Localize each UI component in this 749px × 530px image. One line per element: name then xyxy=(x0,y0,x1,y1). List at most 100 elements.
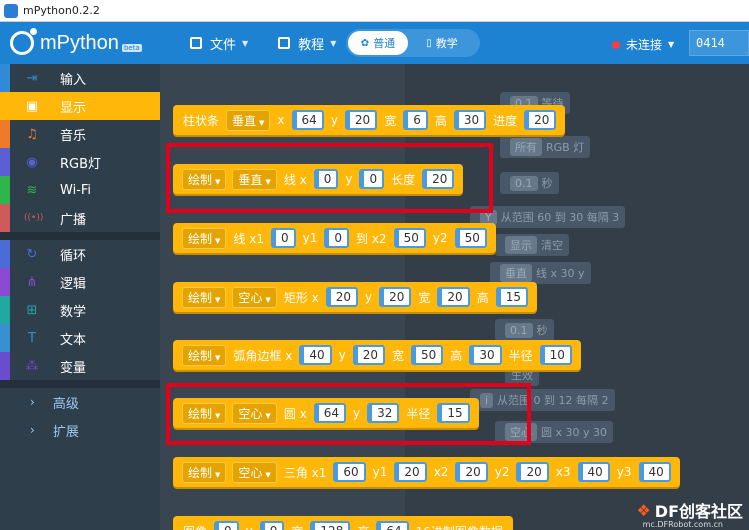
block-number-input[interactable]: 20 xyxy=(455,462,488,482)
block-label: 柱状条 xyxy=(183,113,220,128)
block-dropdown[interactable]: 绘制 ▼ xyxy=(182,286,227,308)
background-block-slot: 空心 xyxy=(505,423,537,441)
block-number-input[interactable]: 32 xyxy=(367,403,400,423)
mode-teach-button[interactable]: ▯ 教学 xyxy=(408,31,476,55)
block-dropdown[interactable]: 绘制 ▼ xyxy=(182,227,227,249)
sidebar-item-text[interactable]: T 文本 xyxy=(0,324,160,352)
block-dropdown-label: 垂直 xyxy=(238,172,263,187)
block-label: 圆 x xyxy=(283,406,307,421)
display-block-7[interactable]: 图像0y0宽128高6416进制图像数据 xyxy=(173,516,513,530)
block-workspace[interactable]: 0.1 等待 所有 RGB 灯 0.1 秒 Y 从范围 60 到 30 每隔 3 显示 清空 垂直线… xyxy=(160,64,749,530)
chevron-down-icon: ▼ xyxy=(242,38,249,48)
block-number-input[interactable]: 20 xyxy=(352,345,385,365)
block-number-input[interactable]: 50 xyxy=(393,228,426,248)
menu-tutorial[interactable]: 教程 ▼ xyxy=(278,34,336,53)
block-number-input[interactable]: 20 xyxy=(516,462,549,482)
display-block-0[interactable]: 柱状条 垂直 ▼ x 64 y 20 宽 6 高 30 进度 20 xyxy=(173,105,566,135)
block-label: 高 xyxy=(357,523,369,530)
block-number-input[interactable]: 30 xyxy=(469,345,502,365)
menu-file[interactable]: 文件 ▼ xyxy=(190,34,248,53)
block-number-input[interactable]: 20 xyxy=(394,462,427,482)
block-dropdown[interactable]: 绘制 ▼ xyxy=(182,168,227,190)
block-number-input[interactable]: 10 xyxy=(539,345,572,365)
sidebar-divider xyxy=(0,232,160,240)
block-number-input[interactable]: 0 xyxy=(359,169,385,189)
block-number-input[interactable]: 64 xyxy=(376,521,409,530)
block-number-input[interactable]: 0 xyxy=(324,228,349,248)
block-number-input[interactable]: 20 xyxy=(325,287,359,307)
sidebar-item-music[interactable]: ♫ 音乐 xyxy=(0,120,160,148)
block-number-input[interactable]: 50 xyxy=(411,345,444,365)
block-dropdown[interactable]: 绘制 ▼ xyxy=(182,344,227,366)
window-title: mPython0.2.2 xyxy=(23,4,100,17)
connection-status[interactable]: 未连接 ▼ xyxy=(612,36,674,53)
block-dropdown-label: 空心 xyxy=(238,290,263,305)
block-number-input[interactable]: 40 xyxy=(638,462,671,482)
sidebar-advanced-item-1[interactable]: › 扩展 xyxy=(0,416,160,444)
background-block-text: 从范围 60 到 30 每隔 3 xyxy=(500,211,620,224)
sidebar-item-loop[interactable]: ↻ 循环 xyxy=(0,240,160,268)
background-block-text: 清空 xyxy=(541,239,563,252)
block-number-input[interactable]: 40 xyxy=(299,345,332,365)
sidebar-item-input[interactable]: ⇥ 输入 xyxy=(0,64,160,92)
block-number-input[interactable]: 30 xyxy=(453,110,487,130)
block-number-input[interactable]: 20 xyxy=(524,110,557,130)
block-number-input[interactable]: 0 xyxy=(214,521,239,530)
display-block-2[interactable]: 绘制 ▼ 线 x1 0 y1 0 到 x2 50 y2 50 xyxy=(173,223,496,253)
background-block: 空心圆 x 30 y 30 xyxy=(495,421,613,443)
chevron-down-icon: ▼ xyxy=(265,177,271,186)
block-number-input[interactable]: 40 xyxy=(577,462,610,482)
block-number-input[interactable]: 64 xyxy=(313,403,347,423)
connection-status-label: 未连接 xyxy=(626,38,663,52)
sidebar-item-logic[interactable]: ⋔ 逻辑 xyxy=(0,268,160,296)
sidebar-item-bulb[interactable]: ◉ RGB灯 xyxy=(0,148,160,176)
block-number-input[interactable]: 0 xyxy=(259,521,285,530)
sidebar-item-wifi[interactable]: ≋ Wi-Fi xyxy=(0,176,160,204)
block-dropdown[interactable]: 空心 ▼ xyxy=(232,402,277,424)
block-dropdown[interactable]: 垂直 ▼ xyxy=(226,109,271,131)
variable-icon: ⁂ xyxy=(25,358,39,374)
background-block: i 从范围 0 到 12 每隔 2 xyxy=(470,389,615,411)
block-number-input[interactable]: 6 xyxy=(403,110,428,130)
display-block-5[interactable]: 绘制 ▼ 空心 ▼ 圆 x 64 y 32 半径 15 xyxy=(173,398,479,428)
block-dropdown[interactable]: 绘制 ▼ xyxy=(182,461,227,483)
sidebar-item-display[interactable]: ▣ 显示 xyxy=(0,92,160,120)
display-block-4[interactable]: 绘制 ▼ 弧角边框 x 40 y 20 宽 50 高 30 半径 10 xyxy=(173,340,581,370)
sidebar-item-variable[interactable]: ⁂ 变量 xyxy=(0,352,160,380)
block-number-input[interactable]: 0 xyxy=(313,169,339,189)
display-icon: ▣ xyxy=(25,98,39,114)
block-number-input[interactable]: 50 xyxy=(454,228,487,248)
chevron-down-icon: ▼ xyxy=(265,411,271,420)
block-number-input[interactable]: 15 xyxy=(495,287,528,307)
display-block-3[interactable]: 绘制 ▼ 空心 ▼ 矩形 x 20 y 20 宽 20 高 15 xyxy=(173,282,537,312)
block-dropdown[interactable]: 垂直 ▼ xyxy=(232,168,277,190)
chevron-down-icon: ▼ xyxy=(265,295,271,304)
chevron-down-icon: ▼ xyxy=(668,40,675,49)
block-number-input[interactable]: 20 xyxy=(422,169,455,189)
block-number-input[interactable]: 128 xyxy=(310,521,351,530)
display-block-1[interactable]: 绘制 ▼ 垂直 ▼ 线 x 0 y 0 长度 20 xyxy=(173,164,464,194)
block-dropdown[interactable]: 绘制 ▼ xyxy=(182,402,227,424)
display-block-6[interactable]: 绘制 ▼ 空心 ▼ 三角 x1 60 y1 20 x2 20 y2 20 x3 40 y3 40 xyxy=(173,457,680,487)
mode-normal-button[interactable]: ✿ 普通 xyxy=(348,31,408,55)
bulb-icon: ◉ xyxy=(26,154,38,170)
sidebar-item-broadcast[interactable]: ((•)) 广播 xyxy=(0,204,160,232)
block-number-input[interactable]: 0 xyxy=(270,228,296,248)
block-number-input[interactable]: 20 xyxy=(437,287,470,307)
block-label: 16进制图像数据 xyxy=(416,523,503,530)
sidebar-item-label: 音乐 xyxy=(60,128,87,144)
block-number-input[interactable]: 20 xyxy=(344,110,378,130)
background-block: 显示 清空 xyxy=(495,234,569,256)
block-dropdown[interactable]: 空心 ▼ xyxy=(232,461,277,483)
block-dropdown[interactable]: 空心 ▼ xyxy=(232,286,277,308)
block-number-input[interactable]: 64 xyxy=(291,110,324,130)
top-navbar: mPython beta 文件 ▼ 教程 ▼ ✿ 普通 ▯ 教学 未连接 ▼ 0… xyxy=(0,22,749,64)
port-select[interactable]: 0414 xyxy=(689,30,749,56)
sidebar-advanced-item-0[interactable]: › 高级 xyxy=(0,388,160,416)
background-block-text: 圆 x 30 y 30 xyxy=(541,426,607,439)
sidebar-item-math[interactable]: ⊞ 数学 xyxy=(0,296,160,324)
block-number-input[interactable]: 15 xyxy=(437,403,470,423)
title-bar: mPython0.2.2 xyxy=(0,0,749,22)
block-number-input[interactable]: 60 xyxy=(333,462,366,482)
block-number-input[interactable]: 20 xyxy=(379,287,412,307)
